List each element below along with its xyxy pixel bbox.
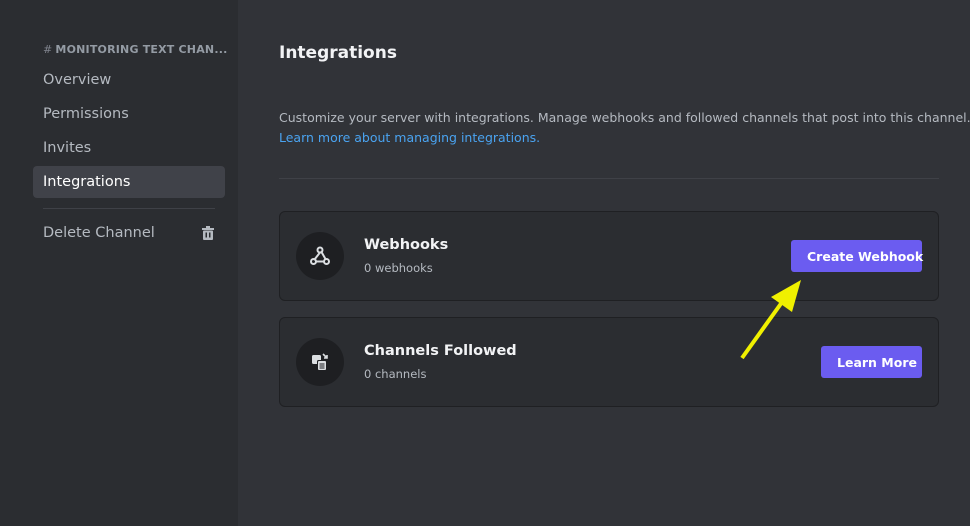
channels-followed-count: 0 channels xyxy=(364,367,427,381)
learn-more-button[interactable]: Learn More xyxy=(821,346,922,378)
webhooks-count: 0 webhooks xyxy=(364,261,433,275)
channels-followed-card: Channels Followed 0 channels Learn More xyxy=(279,317,939,407)
channels-followed-title: Channels Followed xyxy=(364,343,517,359)
webhooks-title: Webhooks xyxy=(364,237,449,253)
sidebar-item-permissions[interactable]: Permissions xyxy=(33,98,225,130)
learn-more-link[interactable]: Learn more about managing integrations. xyxy=(279,130,540,145)
sidebar-item-invites[interactable]: Invites xyxy=(33,132,225,164)
webhooks-card: Webhooks 0 webhooks Create Webhook xyxy=(279,211,939,301)
webhook-icon-container xyxy=(296,232,344,280)
sidebar-item-delete-channel[interactable]: Delete Channel xyxy=(33,217,225,249)
sidebar-item-overview[interactable]: Overview xyxy=(33,64,225,96)
channel-follow-icon-container xyxy=(296,338,344,386)
description-text: Customize your server with integrations.… xyxy=(279,110,970,125)
page-title: Integrations xyxy=(279,43,397,63)
trash-icon xyxy=(202,226,214,240)
create-webhook-button[interactable]: Create Webhook xyxy=(791,240,923,272)
content-divider xyxy=(279,178,939,179)
sidebar-item-integrations[interactable]: Integrations xyxy=(33,166,225,198)
sidebar: # MONITORING TEXT CHAN... Overview Permis… xyxy=(0,0,238,526)
channel-name-header: # MONITORING TEXT CHAN... xyxy=(43,43,228,56)
webhook-icon xyxy=(310,246,330,265)
channel-follow-icon xyxy=(312,353,328,371)
delete-channel-label: Delete Channel xyxy=(43,225,155,241)
page-description: Customize your server with integrations.… xyxy=(279,108,970,148)
sidebar-divider xyxy=(43,208,215,209)
hash-icon: # xyxy=(43,43,53,56)
